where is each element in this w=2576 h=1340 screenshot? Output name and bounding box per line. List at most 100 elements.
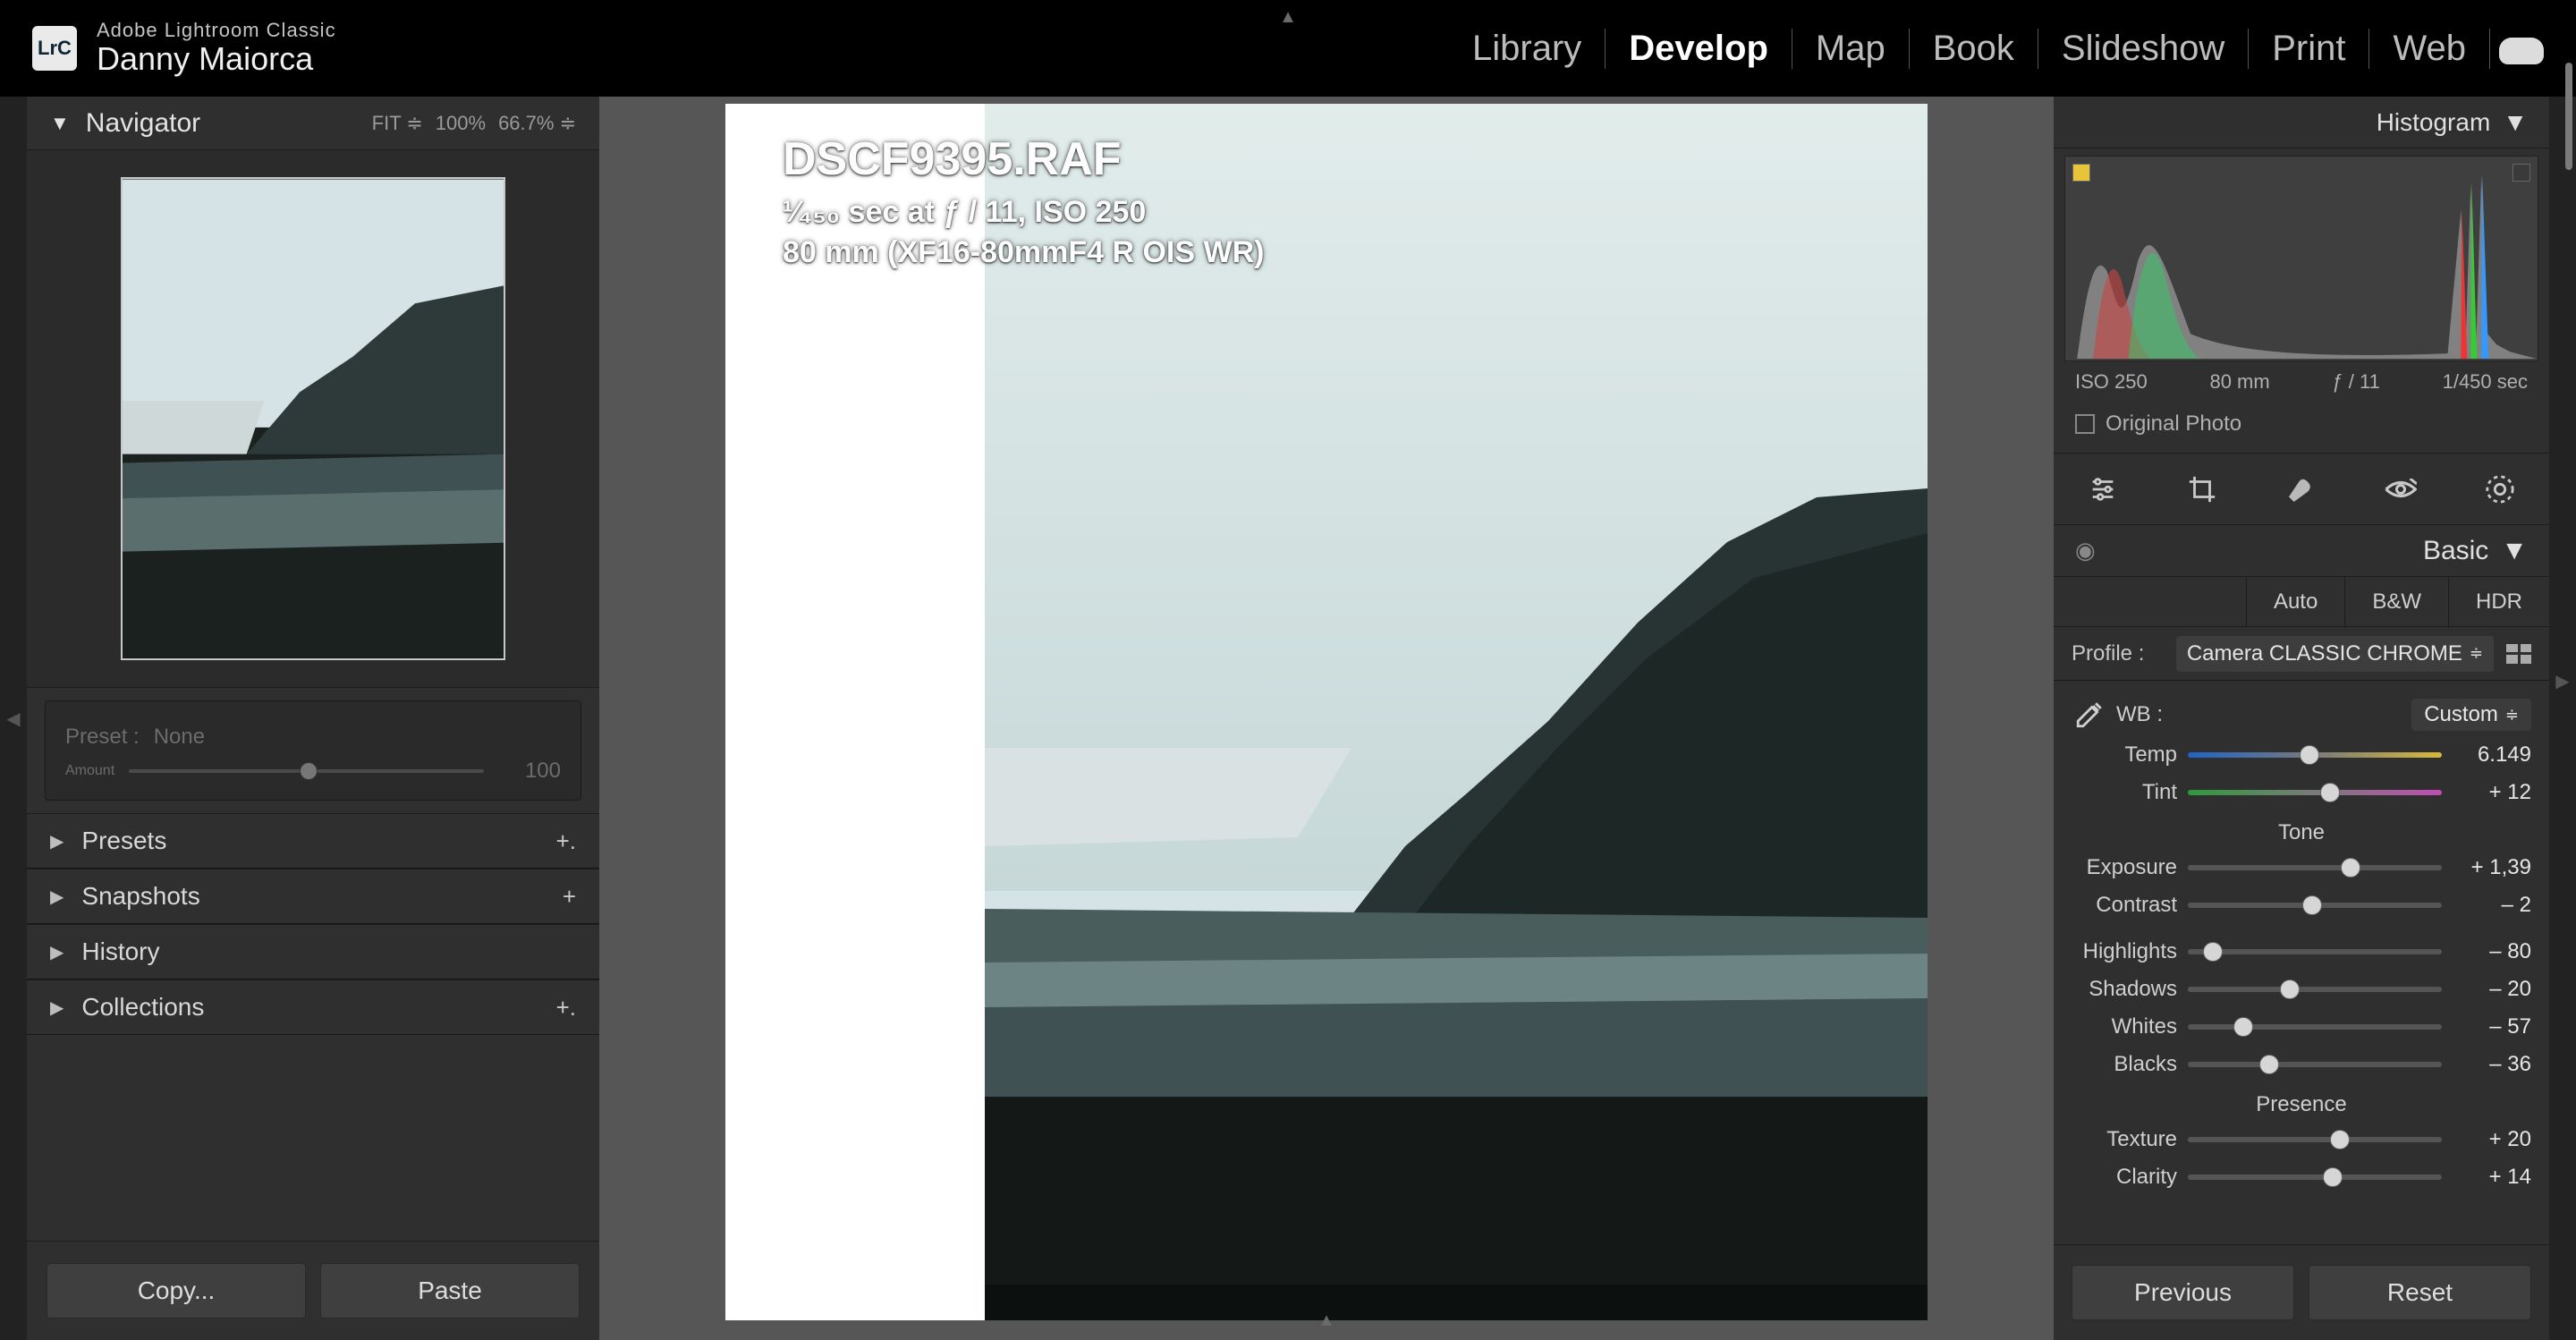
contrast-value[interactable]: – 2 xyxy=(2442,893,2531,918)
clarity-value[interactable]: + 14 xyxy=(2442,1165,2531,1190)
shadows-value[interactable]: – 20 xyxy=(2442,977,2531,1002)
module-develop[interactable]: Develop xyxy=(1606,29,1792,69)
preset-amount-slider[interactable] xyxy=(129,769,484,773)
heal-tool-icon[interactable] xyxy=(2282,470,2321,509)
mode-bw[interactable]: B&W xyxy=(2344,577,2448,626)
navigator-title: Navigator xyxy=(86,108,200,139)
section-presets-label: Presets xyxy=(81,827,166,855)
wb-select[interactable]: Custom≑ xyxy=(2411,699,2531,731)
add-preset-icon[interactable]: +. xyxy=(556,827,576,855)
blacks-slider[interactable] xyxy=(2188,1062,2442,1067)
expand-top-icon[interactable]: ▲ xyxy=(1279,7,1297,28)
section-history[interactable]: ▶History xyxy=(27,924,599,980)
original-photo-row[interactable]: Original Photo xyxy=(2054,403,2549,454)
texture-value[interactable]: + 20 xyxy=(2442,1127,2531,1152)
tone-subhead: Tone xyxy=(2054,811,2549,849)
section-collections-label: Collections xyxy=(81,993,204,1022)
preset-amount-value: 100 xyxy=(498,759,561,784)
module-book[interactable]: Book xyxy=(1910,29,2038,69)
main-image xyxy=(725,104,1928,1320)
title-block: Adobe Lightroom Classic Danny Maiorca xyxy=(97,19,336,78)
right-edge-handle[interactable]: ▶ xyxy=(2549,97,2576,1340)
image-exif-1: ¹⁄₄₅₀ sec at ƒ / 11, ISO 250 xyxy=(783,195,1264,230)
left-edge-handle[interactable]: ◀ xyxy=(0,97,27,1340)
clarity-slider[interactable] xyxy=(2188,1175,2442,1180)
module-web[interactable]: Web xyxy=(2369,29,2490,69)
cloud-sync-icon[interactable] xyxy=(2499,32,2544,64)
add-collection-icon[interactable]: +. xyxy=(556,994,576,1022)
contrast-label: Contrast xyxy=(2061,893,2188,918)
panel-visibility-icon[interactable]: ◉ xyxy=(2075,537,2096,564)
histogram-display[interactable] xyxy=(2064,156,2538,361)
previous-button[interactable]: Previous xyxy=(2072,1265,2294,1320)
copy-button[interactable]: Copy... xyxy=(47,1263,306,1319)
crop-tool-icon[interactable] xyxy=(2182,470,2222,509)
exif-aperture: ƒ / 11 xyxy=(2332,370,2379,394)
image-canvas[interactable]: DSCF9395.RAF ¹⁄₄₅₀ sec at ƒ / 11, ISO 25… xyxy=(725,104,1928,1320)
profile-row: Profile : Camera CLASSIC CHROME≑ xyxy=(2054,627,2549,681)
masking-tool-icon[interactable] xyxy=(2480,470,2520,509)
highlights-value[interactable]: – 80 xyxy=(2442,939,2531,964)
collapse-icon: ▼ xyxy=(2503,108,2528,137)
exposure-slider[interactable] xyxy=(2188,865,2442,870)
develop-tool-strip xyxy=(2054,454,2549,525)
navigator-preview[interactable] xyxy=(27,150,599,688)
zoom-667[interactable]: 66.7% ≑ xyxy=(498,112,576,135)
histogram-exif-row: ISO 250 80 mm ƒ / 11 1/450 sec xyxy=(2054,361,2549,403)
module-slideshow[interactable]: Slideshow xyxy=(2038,29,2249,69)
profile-select[interactable]: Camera CLASSIC CHROME≑ xyxy=(2176,636,2494,672)
edit-tool-icon[interactable] xyxy=(2083,470,2123,509)
temp-label: Temp xyxy=(2061,742,2188,768)
reset-button[interactable]: Reset xyxy=(2309,1265,2531,1320)
whites-value[interactable]: – 57 xyxy=(2442,1014,2531,1039)
highlight-clip-warning-icon[interactable] xyxy=(2512,164,2530,182)
highlights-slider[interactable] xyxy=(2188,949,2442,954)
expand-filmstrip-icon[interactable]: ▲ xyxy=(1318,1310,1335,1331)
zoom-fit[interactable]: FIT ≑ xyxy=(372,112,423,135)
add-snapshot-icon[interactable]: + xyxy=(563,883,576,911)
profile-browser-icon[interactable] xyxy=(2506,644,2531,664)
original-photo-label: Original Photo xyxy=(2106,411,2241,437)
eyedropper-icon[interactable] xyxy=(2072,697,2107,733)
original-photo-checkbox[interactable] xyxy=(2075,414,2095,434)
contrast-slider[interactable] xyxy=(2188,903,2442,908)
basic-mode-row: Auto B&W HDR xyxy=(2054,577,2549,627)
navigator-thumbnail xyxy=(123,179,504,658)
temp-slider[interactable] xyxy=(2188,752,2442,758)
texture-slider[interactable] xyxy=(2188,1137,2442,1142)
section-presets[interactable]: ▶Presets +. xyxy=(27,813,599,869)
tint-slider[interactable] xyxy=(2188,790,2442,795)
mode-hdr[interactable]: HDR xyxy=(2448,577,2549,626)
image-filename: DSCF9395.RAF xyxy=(783,132,1264,186)
user-name: Danny Maiorca xyxy=(97,40,336,78)
shadows-slider[interactable] xyxy=(2188,987,2442,992)
whites-slider[interactable] xyxy=(2188,1024,2442,1030)
module-library[interactable]: Library xyxy=(1449,29,1606,69)
wb-row: WB : Custom≑ xyxy=(2054,681,2549,736)
module-map[interactable]: Map xyxy=(1792,29,1910,69)
histogram-header[interactable]: Histogram ▼ xyxy=(2054,97,2549,148)
texture-label: Texture xyxy=(2061,1127,2188,1152)
image-exif-2: 80 mm (XF16-80mmF4 R OIS WR) xyxy=(783,235,1264,270)
mode-auto[interactable]: Auto xyxy=(2246,577,2344,626)
temp-value[interactable]: 6.149 xyxy=(2442,742,2531,768)
left-panel: ▼ Navigator FIT ≑ 100% 66.7% ≑ xyxy=(27,97,599,1340)
module-print[interactable]: Print xyxy=(2249,29,2369,69)
tint-label: Tint xyxy=(2061,780,2188,805)
shadow-clip-warning-icon[interactable] xyxy=(2072,164,2090,182)
exif-shutter: 1/450 sec xyxy=(2443,370,2528,394)
product-name: Adobe Lightroom Classic xyxy=(97,19,336,42)
basic-panel-header[interactable]: ◉ Basic ▼ xyxy=(2054,525,2549,577)
paste-button[interactable]: Paste xyxy=(320,1263,580,1319)
section-collections[interactable]: ▶Collections +. xyxy=(27,980,599,1035)
tint-value[interactable]: + 12 xyxy=(2442,780,2531,805)
preset-amount-label: Amount xyxy=(65,763,114,779)
navigator-header[interactable]: ▼ Navigator FIT ≑ 100% 66.7% ≑ xyxy=(27,97,599,150)
blacks-value[interactable]: – 36 xyxy=(2442,1052,2531,1077)
exposure-value[interactable]: + 1,39 xyxy=(2442,855,2531,880)
histogram-title: Histogram xyxy=(2377,108,2491,137)
redeye-tool-icon[interactable] xyxy=(2381,470,2420,509)
zoom-100[interactable]: 100% xyxy=(436,112,486,135)
section-snapshots[interactable]: ▶Snapshots + xyxy=(27,869,599,924)
shadows-label: Shadows xyxy=(2061,977,2188,1002)
